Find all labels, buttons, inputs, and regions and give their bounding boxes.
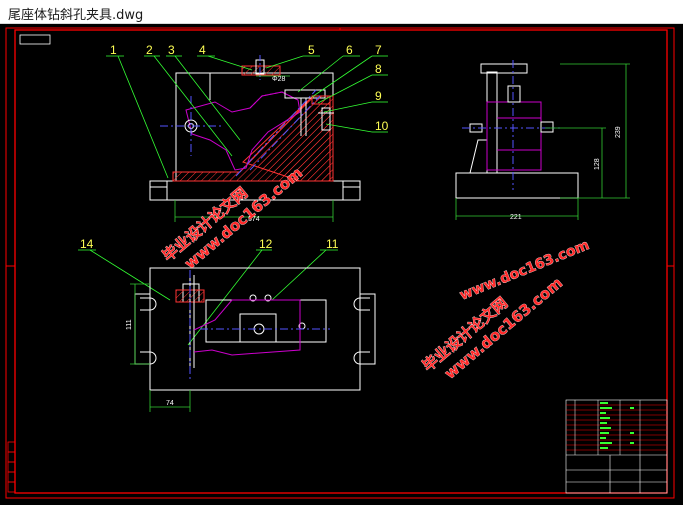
dim-front-hole: Φ28 <box>272 76 285 83</box>
parts-list-entries <box>600 402 634 449</box>
side-view <box>455 60 579 199</box>
watermark-3-line2: www.doc163.com <box>458 237 592 304</box>
callout-14: 14 <box>80 237 94 251</box>
title-block <box>565 399 668 494</box>
dim-side-height-total: 239 <box>615 126 622 138</box>
callout-12: 12 <box>259 237 273 251</box>
window-titlebar: 尾座体钻斜孔夹具.dwg <box>0 0 683 24</box>
dim-side-width: 221 <box>510 214 522 221</box>
drawing-number-box <box>19 34 51 45</box>
callout-7: 7 <box>375 43 382 57</box>
callout-8: 8 <box>375 62 382 76</box>
callout-9: 9 <box>375 89 382 103</box>
watermark-3: www.doc163.com <box>457 237 592 304</box>
cad-drawing: 374 Φ28 1 2 3 4 5 6 7 8 9 10 11 12 14 22… <box>5 27 675 499</box>
top-dimensions <box>130 283 191 412</box>
callout-2: 2 <box>146 43 153 57</box>
callout-4: 4 <box>199 43 206 57</box>
callout-3: 3 <box>168 43 175 57</box>
drawing-frame <box>14 29 668 494</box>
dim-top-offset: 74 <box>166 400 174 407</box>
callout-6: 6 <box>346 43 353 57</box>
top-view <box>134 267 376 391</box>
parts-list-rows <box>566 400 667 455</box>
dim-side-height-mid: 128 <box>594 158 601 170</box>
callout-11: 11 <box>326 237 339 251</box>
callout-5: 5 <box>308 43 315 57</box>
sheet-border <box>5 27 675 499</box>
drawing-canvas[interactable]: 374 Φ28 1 2 3 4 5 6 7 8 9 10 11 12 14 22… <box>0 24 683 505</box>
side-dimensions <box>455 63 630 220</box>
callout-1: 1 <box>110 43 117 57</box>
left-margin-boxes <box>7 441 16 493</box>
callout-10: 10 <box>375 119 389 133</box>
window-title: 尾座体钻斜孔夹具.dwg <box>8 8 144 23</box>
front-view <box>149 55 361 201</box>
dim-top-height: 111 <box>126 319 133 330</box>
